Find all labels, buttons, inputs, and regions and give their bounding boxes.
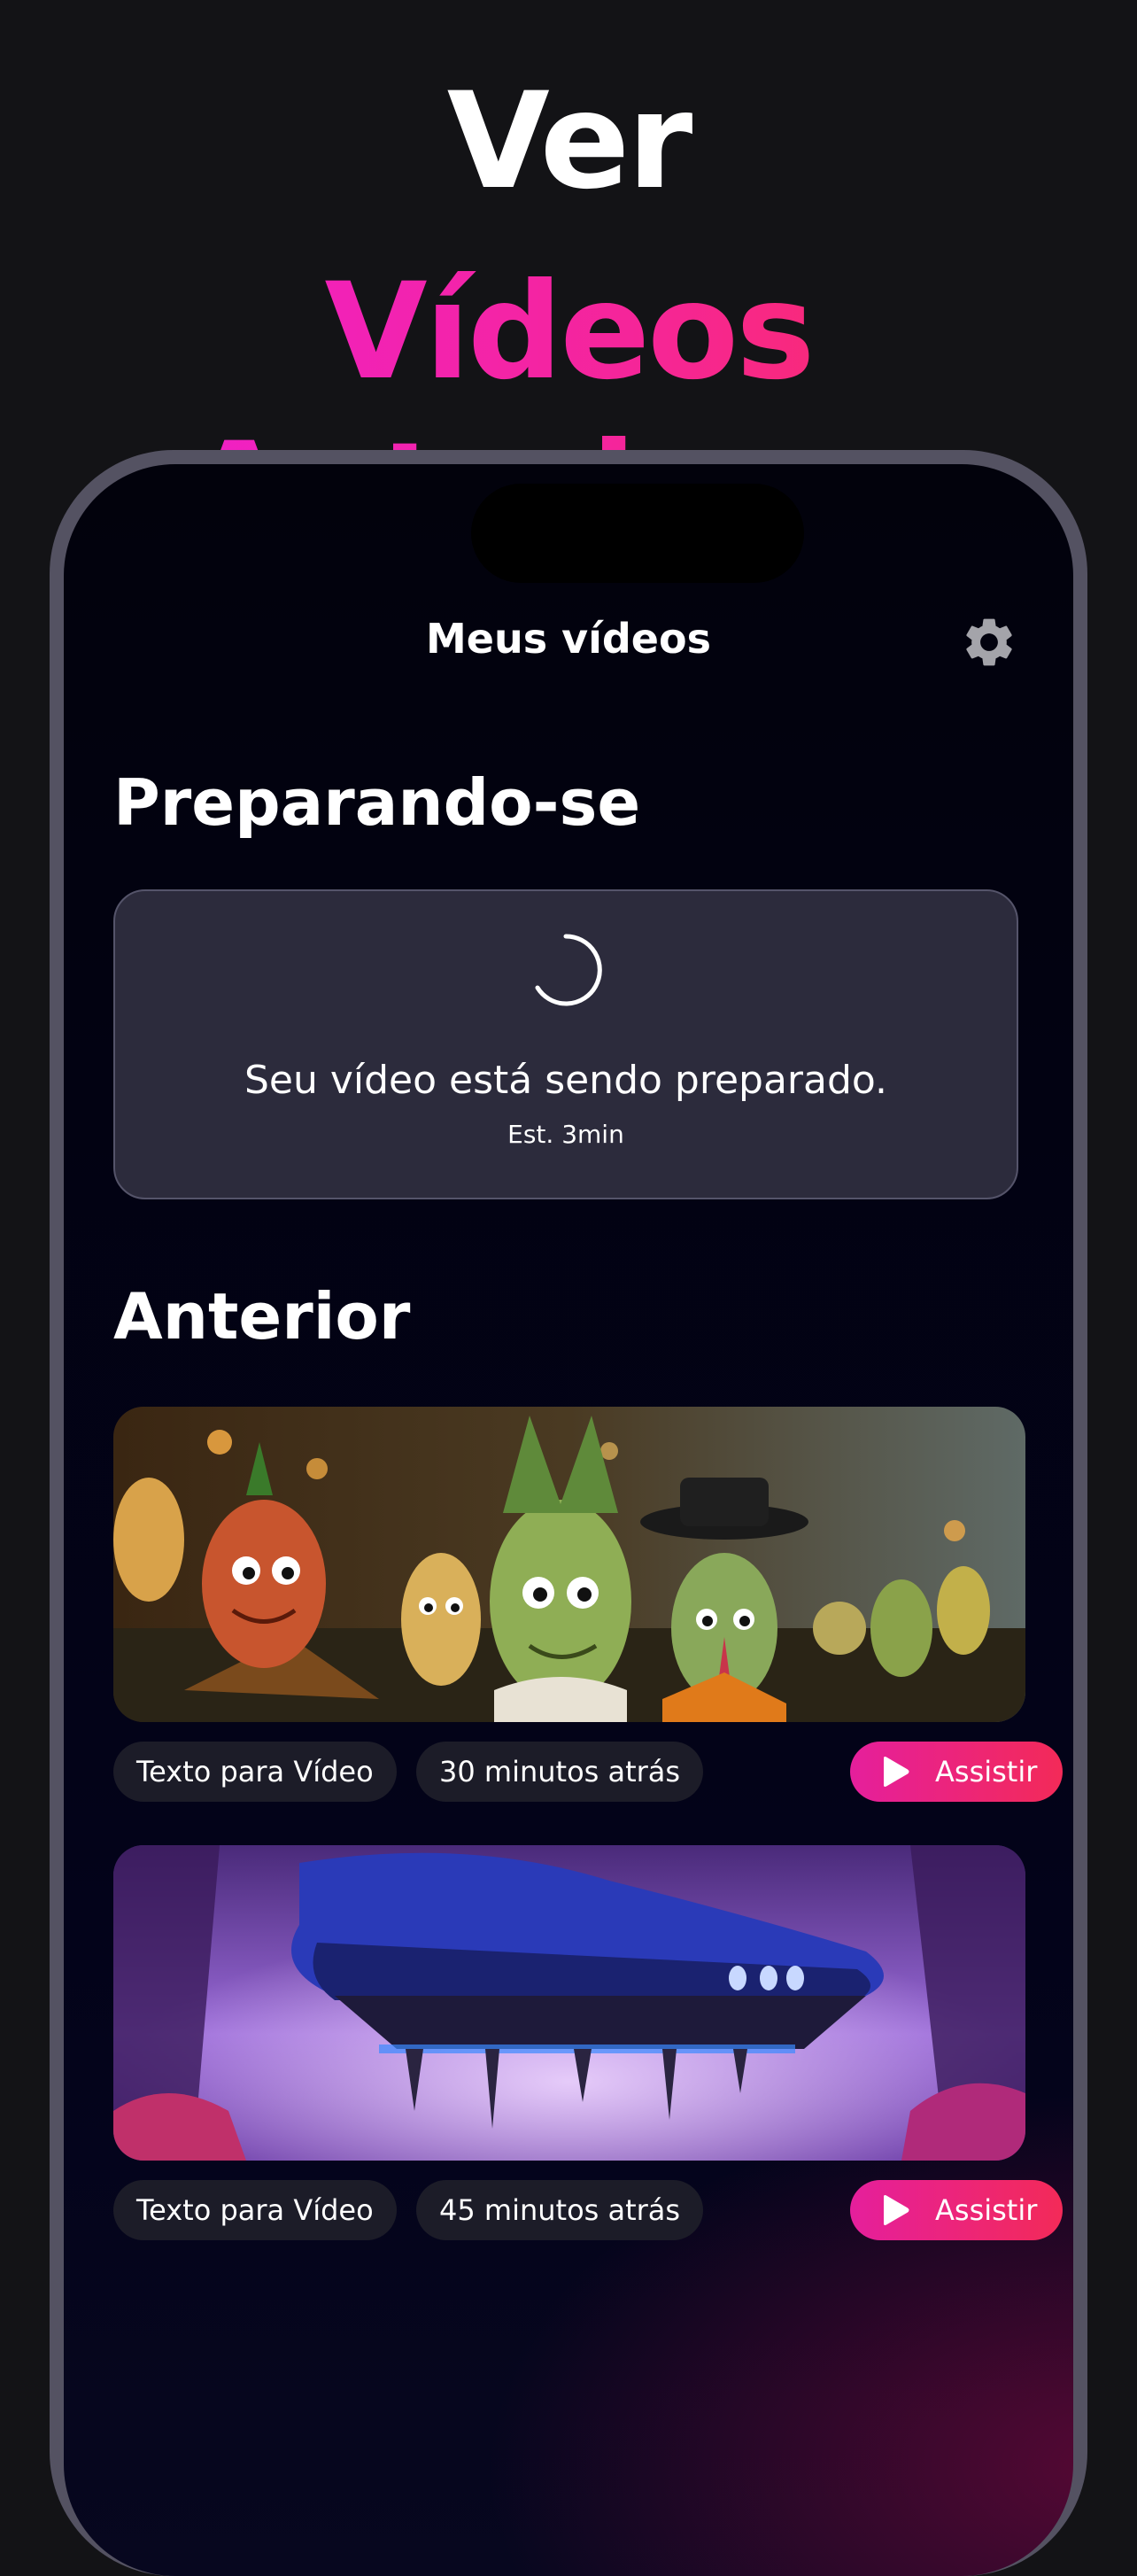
- video-thumbnail[interactable]: [113, 1845, 1025, 2161]
- video-type-tag: Texto para Vídeo: [113, 2180, 397, 2240]
- video-time-tag: 30 minutos atrás: [416, 1742, 704, 1802]
- preparing-message: Seu vídeo está sendo preparado.: [244, 1058, 888, 1103]
- dynamic-island: [471, 484, 804, 583]
- watch-button[interactable]: Assistir: [850, 2180, 1063, 2240]
- settings-button[interactable]: [960, 613, 1018, 671]
- video-time-tag: 45 minutos atrás: [416, 2180, 704, 2240]
- loading-spinner-icon: [535, 934, 602, 1006]
- promo-title: Ver: [446, 65, 693, 219]
- play-icon: [884, 2195, 909, 2225]
- preparing-estimate: Est. 3min: [507, 1120, 624, 1149]
- preparing-heading: Preparando-se: [113, 765, 641, 840]
- watch-button-label: Assistir: [935, 2193, 1038, 2227]
- watch-button[interactable]: Assistir: [850, 1742, 1063, 1802]
- phone-screen: Meus vídeos Preparando-se Seu vídeo está…: [64, 464, 1073, 2576]
- watch-button-label: Assistir: [935, 1755, 1038, 1788]
- video-thumbnail[interactable]: [113, 1407, 1025, 1722]
- gear-icon: [966, 618, 1012, 666]
- phone-frame: Meus vídeos Preparando-se Seu vídeo está…: [50, 450, 1087, 2576]
- video-type-tag: Texto para Vídeo: [113, 1742, 397, 1802]
- previous-heading: Anterior: [113, 1279, 411, 1354]
- play-icon: [884, 1757, 909, 1787]
- page-title: Meus vídeos: [426, 615, 711, 663]
- preparing-card: Seu vídeo está sendo preparado. Est. 3mi…: [113, 889, 1018, 1199]
